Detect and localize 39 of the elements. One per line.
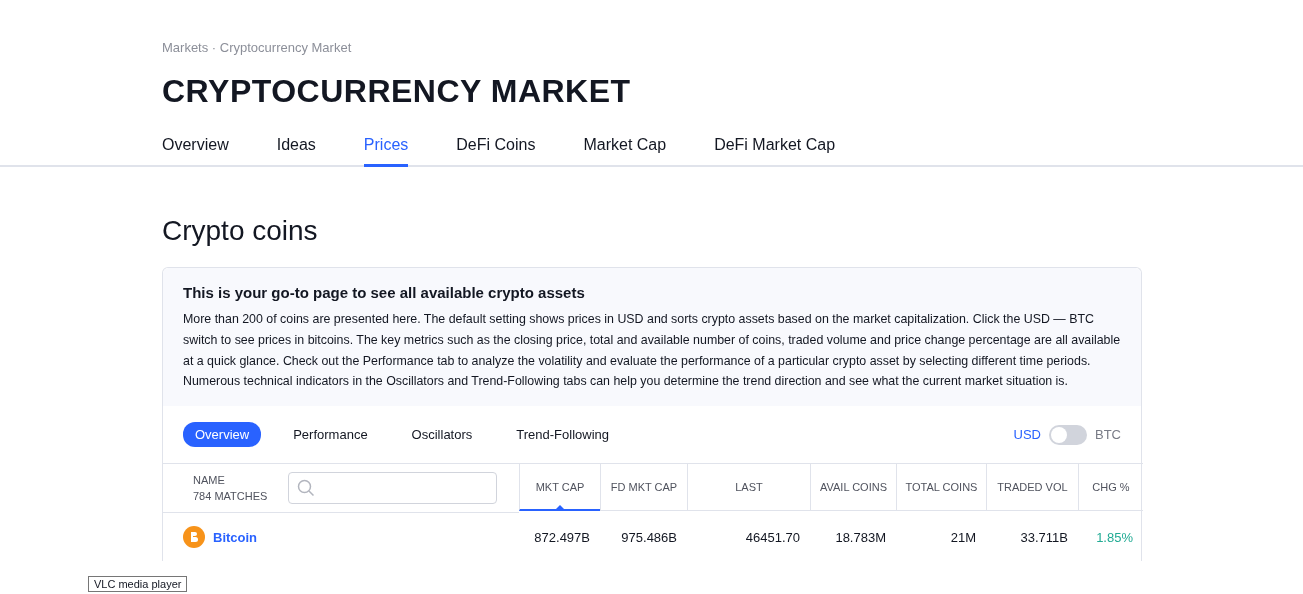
breadcrumb: Markets · Cryptocurrency Market — [162, 39, 353, 55]
currency-label[interactable]: USD — [1013, 427, 1041, 443]
tooltip: VLC media player — [88, 576, 188, 592]
search-field[interactable] — [288, 472, 497, 505]
table-cell-text: 33.711B — [1019, 528, 1069, 547]
column-header[interactable]: AVAIL COINS — [810, 463, 896, 512]
currency-label[interactable]: BTC — [1095, 427, 1121, 443]
nav-tab[interactable]: Market Cap — [583, 136, 667, 167]
column-header[interactable]: MKT CAP — [519, 463, 600, 512]
info-text: More than 200 of coins are presented here. The default setting shows prices in USD and sorts crypto assets based on the market capitalization. Click the USD — BTC switch to see prices in bitcoins. The key metrics such as the closing price, total and available number of coins, traded volume and price change percentage are all available at a quick glance. Check out the Performance tab to analyze the volatility and evaluate the performance of a particular crypto asset by selecting different time periods. Numerous technical indicators in the Oscillators and Trend-Following tabs can help you determine the trend direction and see what the current market situation is. — [183, 311, 1121, 391]
coin-icon — [183, 526, 205, 549]
nav-tab[interactable]: Ideas — [276, 136, 316, 167]
info-heading: This is your go-to page to see all available crypto assets — [183, 284, 586, 301]
column-header: NAME — [193, 473, 226, 489]
currency-switch[interactable] — [1049, 424, 1087, 445]
column-header[interactable]: LAST — [687, 463, 810, 512]
nav-tab[interactable]: DeFi Coins — [456, 136, 536, 167]
table-cell-text: 975.486B — [620, 528, 678, 547]
table-cell-text: 1.85% — [1095, 528, 1134, 547]
coin-link[interactable]: Bitcoin — [213, 529, 258, 545]
match-count: 784 MATCHES — [193, 489, 269, 505]
view-tab[interactable]: Oscillators — [399, 422, 485, 448]
search-icon — [297, 479, 315, 498]
page-title: CRYPTOCURRENCY MARKET — [162, 73, 632, 110]
table-cell-text: 46451.70 — [744, 528, 801, 547]
column-header[interactable]: TRADED VOL — [986, 463, 1078, 512]
column-header[interactable]: CHG % — [1078, 463, 1143, 512]
table-cell-text: 21M — [949, 528, 977, 547]
nav-tab[interactable]: DeFi Market Cap — [714, 136, 836, 167]
table-cell-text: 872.497B — [533, 528, 591, 547]
nav-tab[interactable]: Prices — [363, 136, 409, 167]
column-header[interactable]: FD MKT CAP — [600, 463, 687, 512]
view-tab[interactable]: Trend-Following — [504, 422, 622, 448]
view-tab[interactable]: Overview — [183, 422, 262, 448]
column-header[interactable]: TOTAL COINS — [896, 463, 986, 512]
table-cell-text: 18.783M — [834, 528, 887, 547]
view-tab[interactable]: Performance — [281, 422, 380, 448]
nav-tab[interactable]: Overview — [162, 136, 229, 167]
section-title: Crypto coins — [162, 215, 319, 247]
